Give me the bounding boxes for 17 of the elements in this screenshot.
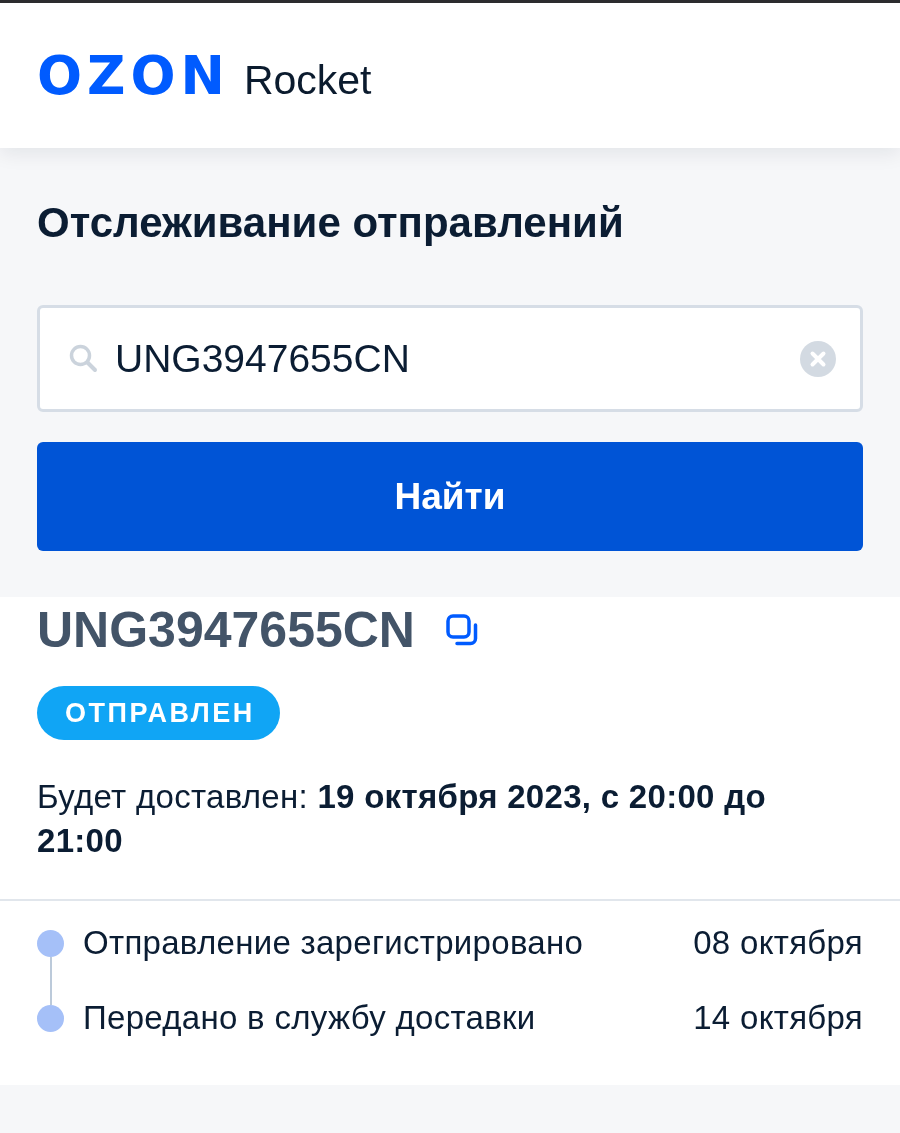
tracking-number: UNG3947655CN — [37, 601, 415, 659]
timeline-dot-icon — [37, 929, 64, 957]
copy-icon[interactable] — [446, 613, 479, 647]
logo-subtitle: Rocket — [243, 56, 372, 103]
find-button[interactable]: Найти — [37, 442, 863, 551]
logo-wordmark[interactable]: OZON — [37, 47, 230, 104]
search-field[interactable]: UNG3947655CN — [37, 305, 863, 412]
search-icon — [68, 343, 98, 373]
event-date: 14 октября — [693, 1000, 863, 1036]
status-badge: ОТПРАВЛЕН — [37, 686, 280, 740]
event-label: Передано в службу доставки — [83, 1000, 537, 1036]
delivery-text: Будет доставлен: 19 октября 2023, с 20:00 до 21:00 — [37, 777, 767, 861]
timeline-dot-icon — [37, 1004, 64, 1032]
event-date: 08 октября — [693, 925, 863, 961]
event-label: Отправление зарегистрировано — [83, 925, 585, 961]
page-title: Отслеживание отправлений — [37, 201, 625, 245]
timeline-connector — [49, 956, 52, 1005]
